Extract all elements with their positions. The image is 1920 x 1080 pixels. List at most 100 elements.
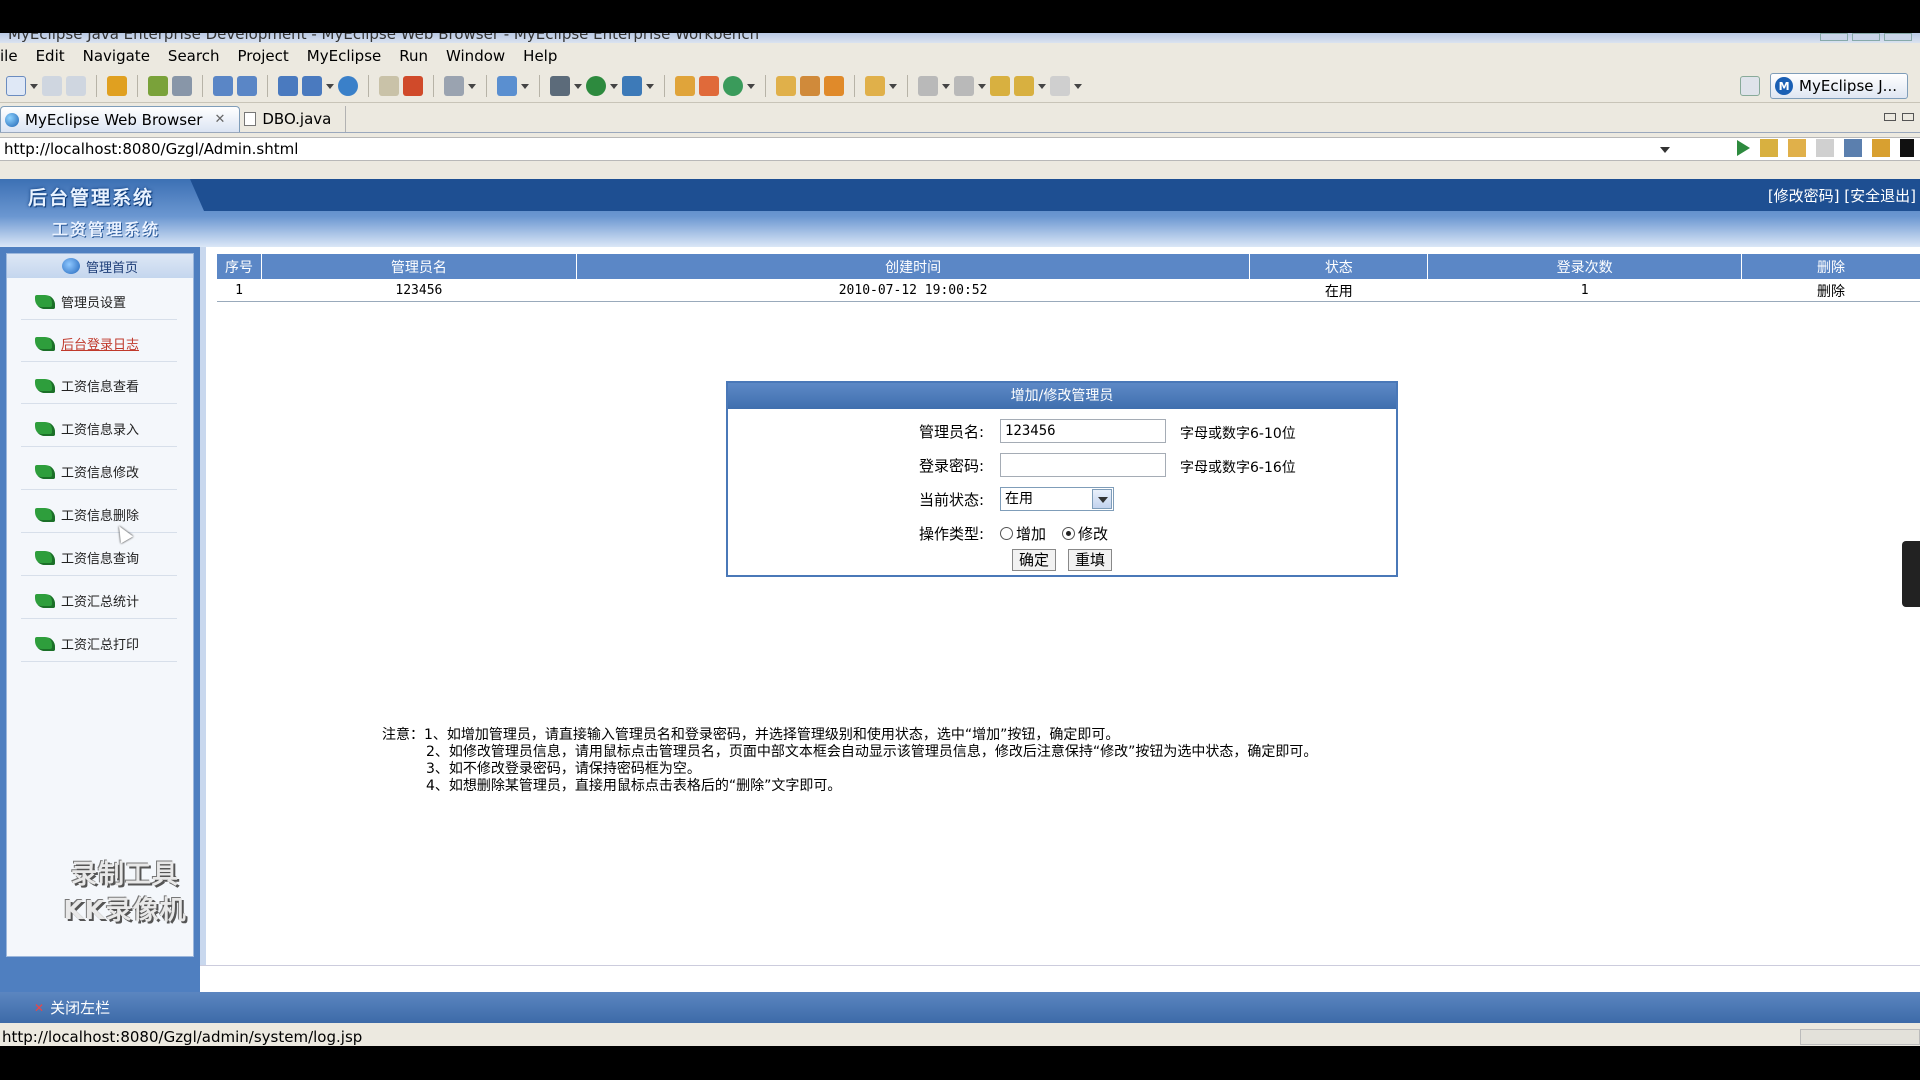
refresh-icon[interactable] (723, 75, 743, 96)
forward-icon[interactable] (1050, 75, 1070, 96)
close-tab-icon[interactable]: ✕ (214, 112, 225, 127)
nav-extra-icon[interactable] (1900, 139, 1914, 157)
new-class-icon[interactable] (497, 75, 517, 96)
run-icon[interactable] (586, 75, 606, 96)
save-icon[interactable] (42, 75, 62, 96)
open-task-icon[interactable] (675, 75, 695, 96)
debug-icon[interactable] (550, 75, 570, 96)
radio-add-circle[interactable] (1000, 527, 1013, 540)
url-input[interactable] (0, 140, 1640, 158)
stop-icon[interactable] (403, 75, 423, 96)
dropdown-icon[interactable] (1038, 76, 1046, 96)
sidebar-item-login-log[interactable]: 后台登录日志 (21, 326, 177, 362)
dropdown-icon[interactable] (646, 76, 654, 96)
menu-window[interactable]: Window (437, 47, 514, 65)
password-input[interactable] (1000, 453, 1166, 477)
nav-forward-icon[interactable] (1816, 139, 1834, 157)
go-icon[interactable] (1737, 140, 1750, 156)
sidebar-item-label: 工资信息修改 (61, 466, 140, 481)
nav-refresh-icon[interactable] (1872, 139, 1890, 157)
sidebar-item-salary-view[interactable]: 工资信息查看 (21, 368, 177, 404)
menu-edit[interactable]: Edit (27, 47, 74, 65)
open-file-icon[interactable] (865, 75, 885, 96)
dropdown-icon[interactable] (610, 76, 618, 96)
undeploy-icon[interactable] (237, 75, 257, 96)
header-links[interactable]: [修改密码] [安全退出] (1768, 185, 1916, 206)
open-folder-icon[interactable] (776, 75, 796, 96)
radio-add[interactable]: 增加 (1000, 523, 1046, 544)
radio-edit-circle[interactable] (1062, 527, 1075, 540)
sidebar-item-salary-entry[interactable]: 工资信息录入 (21, 411, 177, 447)
close-left-icon[interactable]: ✕ (34, 1001, 44, 1015)
globe-icon[interactable] (338, 75, 358, 96)
menu-project[interactable]: Project (228, 47, 297, 65)
submit-button[interactable]: 确定 (1012, 549, 1057, 571)
next-annotation-icon[interactable] (918, 75, 938, 96)
dropdown-icon[interactable] (574, 76, 582, 96)
side-grip-handle[interactable] (1902, 541, 1920, 607)
close-window-button[interactable] (1884, 33, 1912, 41)
open-perspective-icon[interactable] (1740, 76, 1761, 96)
menu-help[interactable]: Help (514, 47, 566, 65)
sidebar-item-salary-stats[interactable]: 工资汇总统计 (21, 583, 177, 619)
password-hint: 字母或数字6-16位 (1180, 460, 1296, 476)
new-dropdown-icon[interactable] (30, 76, 38, 96)
server-icon[interactable] (172, 75, 192, 96)
status-select[interactable]: 在用 (1000, 487, 1114, 511)
maximize-view-icon[interactable] (1902, 113, 1914, 121)
sidebar-home[interactable]: 管理首页 (7, 254, 193, 278)
dropdown-icon[interactable] (468, 76, 476, 96)
editor-tabs: MyEclipse Web Browser ✕ DBO.java (0, 106, 1920, 133)
last-edit-icon[interactable] (990, 75, 1010, 96)
sidebar-item-salary-delete[interactable]: 工资信息删除 (21, 497, 177, 533)
back-icon[interactable] (1014, 75, 1034, 96)
reset-button[interactable]: 重填 (1068, 549, 1113, 571)
minimize-button[interactable] (1820, 33, 1848, 41)
open-type-icon[interactable] (379, 75, 399, 96)
menu-run[interactable]: Run (390, 47, 437, 65)
new-ejb-icon[interactable] (302, 75, 322, 96)
delete-link[interactable]: 删除 (1741, 279, 1920, 302)
menu-navigate[interactable]: Navigate (74, 47, 159, 65)
tab-web-browser[interactable]: MyEclipse Web Browser ✕ (0, 106, 241, 132)
sidebar-item-salary-query[interactable]: 工资信息查询 (21, 540, 177, 576)
tab-dbo-java[interactable]: DBO.java (240, 106, 347, 132)
camera-icon[interactable] (444, 75, 464, 96)
deploy-icon[interactable] (213, 75, 233, 96)
team-icon[interactable] (699, 75, 719, 96)
favorites-icon[interactable] (1760, 139, 1778, 157)
dropdown-icon[interactable] (942, 76, 950, 96)
new-web-project-icon[interactable] (278, 75, 298, 96)
brush-icon[interactable] (824, 75, 844, 96)
chevron-down-icon[interactable] (1092, 489, 1112, 509)
new-icon[interactable] (6, 75, 26, 96)
nav-back-icon[interactable] (1788, 139, 1806, 157)
maximize-button[interactable] (1852, 33, 1880, 41)
nav-stop-icon[interactable] (1844, 139, 1862, 157)
perspective-button[interactable]: M MyEclipse J... (1770, 73, 1908, 99)
username-input[interactable] (1000, 419, 1166, 443)
external-tools-icon[interactable] (622, 75, 642, 96)
radio-edit[interactable]: 修改 (1062, 523, 1108, 544)
dropdown-icon[interactable] (889, 76, 897, 96)
print-icon[interactable] (66, 75, 86, 96)
edit-icon[interactable] (800, 75, 820, 96)
dropdown-icon[interactable] (326, 76, 334, 96)
dropdown-icon[interactable] (747, 76, 755, 96)
menu-file[interactable]: ile (0, 47, 27, 65)
dropdown-icon[interactable] (521, 76, 529, 96)
close-left-link[interactable]: 关闭左栏 (50, 997, 110, 1018)
cell-admin-name-link[interactable]: 123456 (261, 279, 577, 302)
prev-annotation-icon[interactable] (954, 75, 974, 96)
url-history-dropdown-icon[interactable] (1660, 147, 1670, 153)
sidebar-item-admin-settings[interactable]: 管理员设置 (21, 284, 177, 320)
minimize-view-icon[interactable] (1884, 113, 1896, 121)
sidebar-item-salary-print[interactable]: 工资汇总打印 (21, 626, 177, 662)
dropdown-icon[interactable] (1074, 76, 1082, 96)
menu-myeclipse[interactable]: MyEclipse (298, 47, 390, 65)
dropdown-icon[interactable] (978, 76, 986, 96)
package-icon[interactable] (107, 75, 127, 96)
menu-search[interactable]: Search (159, 47, 229, 65)
bug-icon[interactable] (148, 75, 168, 96)
sidebar-item-salary-edit[interactable]: 工资信息修改 (21, 454, 177, 490)
